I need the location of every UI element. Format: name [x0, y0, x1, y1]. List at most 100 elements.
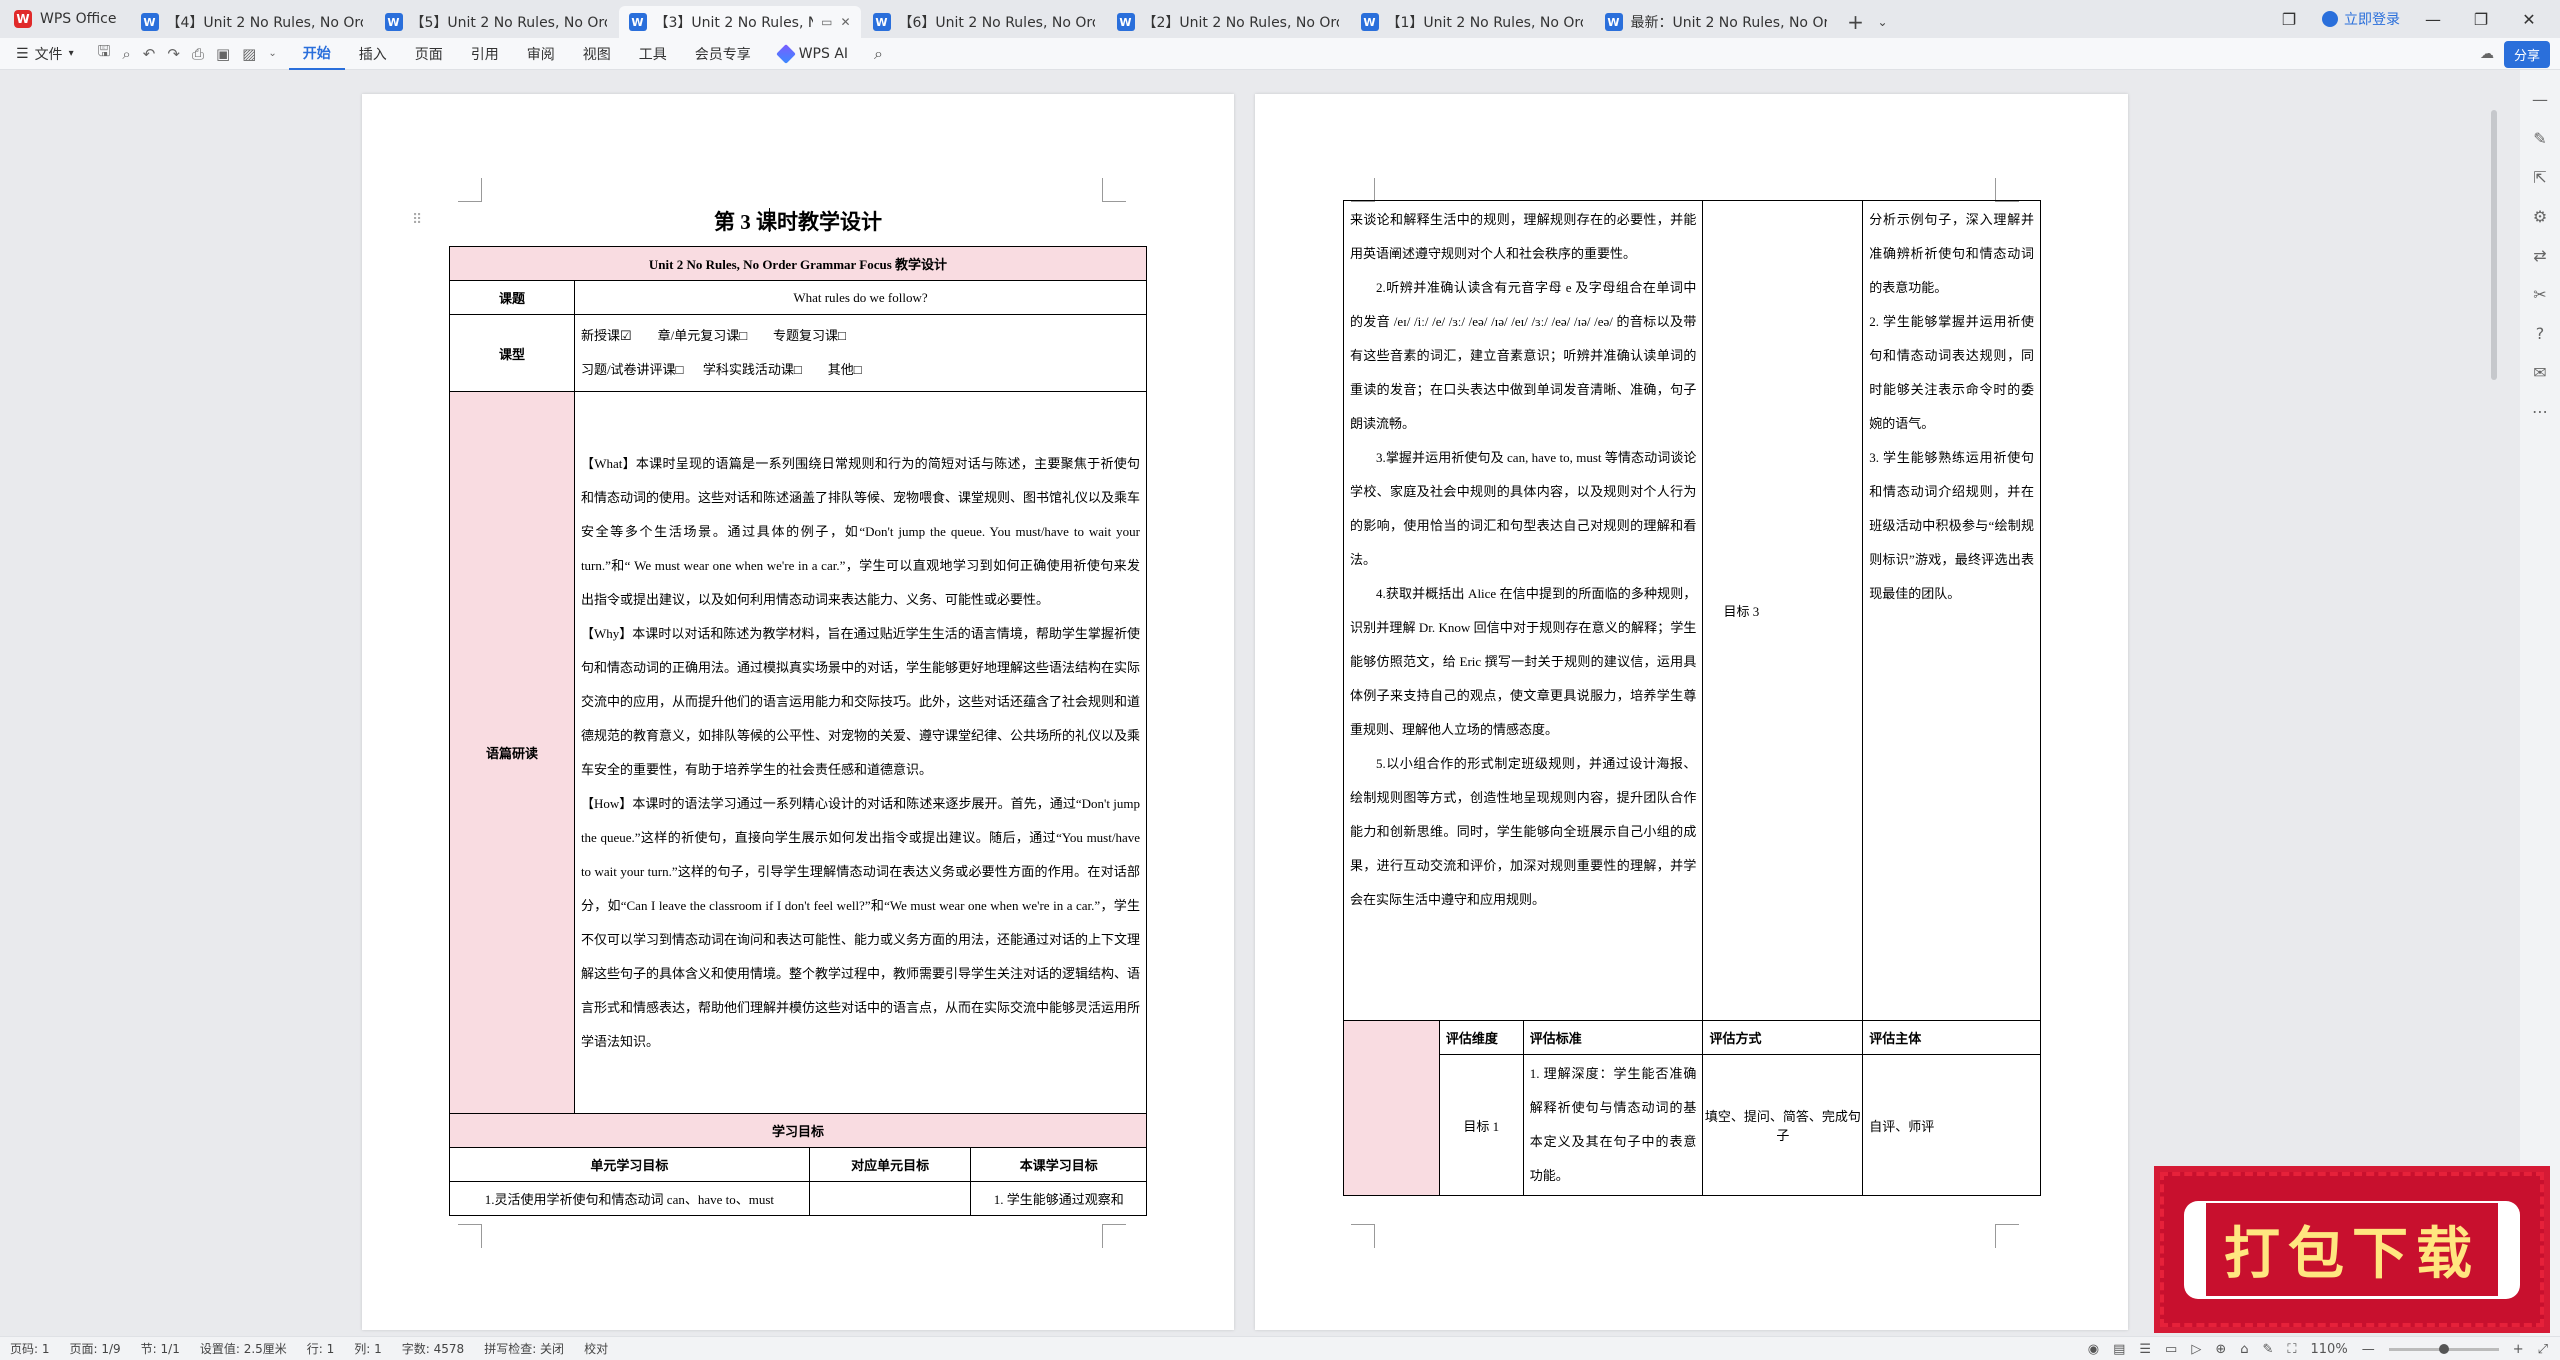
- word-doc-icon: W: [1604, 13, 1623, 31]
- margin-corner-mark: [1995, 1224, 2019, 1248]
- chevron-down-icon: ▾: [68, 48, 74, 59]
- banner-inner: 打包下载: [2184, 1200, 2520, 1299]
- lesson-goals-cell: 分析示例句子，深入理解并准确辨析祈使句和情态动词的表意功能。 2. 学生能够掌握…: [1862, 200, 2041, 1021]
- wps-ai-button[interactable]: WPS AI: [765, 43, 862, 64]
- settings-icon[interactable]: ⚙: [2533, 207, 2547, 226]
- document-tab[interactable]: W 【5】Unit 2 No Rules, No Order新: [375, 6, 617, 38]
- topic-label: 课题: [449, 280, 575, 315]
- eval-side-cell: [1343, 1020, 1440, 1196]
- feedback-icon[interactable]: ✉: [2533, 363, 2546, 382]
- zoom-slider[interactable]: [2388, 1343, 2499, 1354]
- word-doc-icon: W: [1360, 13, 1379, 31]
- scrollbar-thumb[interactable]: [2491, 110, 2497, 380]
- maximize-button[interactable]: ❐: [2466, 10, 2496, 29]
- layout-icon[interactable]: ❐: [2274, 10, 2304, 29]
- eye-protection-icon[interactable]: ◉: [2088, 1342, 2099, 1357]
- ribbon-tab[interactable]: 开始: [288, 38, 345, 70]
- status-proofread[interactable]: 校对: [574, 1340, 618, 1357]
- ribbon-tab[interactable]: 审阅: [513, 38, 569, 70]
- undo-icon[interactable]: ↶: [143, 45, 156, 63]
- margin-corner-mark: [458, 1224, 482, 1248]
- pdf-icon[interactable]: ▣: [216, 45, 230, 63]
- download-pack-banner[interactable]: 打包下载: [2160, 1172, 2544, 1327]
- file-menu-label: 文件: [34, 46, 63, 63]
- right-tool-sidebar: — ✎ ⇱ ⚙ ⇄ ✂ ? ✉ ⋯: [2520, 70, 2560, 1336]
- eval-row1-dimension: 目标 1: [1438, 1054, 1524, 1196]
- status-word-count[interactable]: 字数: 4578: [392, 1340, 474, 1357]
- document-tab[interactable]: W 【6】Unit 2 No Rules, No Order新: [863, 6, 1105, 38]
- ribbon-tab[interactable]: 页面: [401, 38, 457, 70]
- unit-goals-cell: 来谈论和解释生活中的规则，理解规则存在的必要性，并能用英语阐述遵守规则对个人和社…: [1342, 200, 1704, 1021]
- document-tab[interactable]: W 【2】Unit 2 No Rules, No Order新: [1107, 6, 1349, 38]
- tools-icon[interactable]: ✂: [2533, 285, 2546, 304]
- ribbon-tab[interactable]: 工具: [625, 38, 681, 70]
- zoom-level[interactable]: 110%: [2311, 1342, 2348, 1357]
- pen-icon[interactable]: ✎: [2533, 129, 2546, 148]
- zoom-out-button[interactable]: —: [2362, 1342, 2375, 1357]
- lesson-header-cell: Unit 2 No Rules, No Order Grammar Focus …: [449, 246, 1147, 281]
- search-icon[interactable]: ⌕: [862, 44, 895, 64]
- play-icon[interactable]: ▷: [2191, 1342, 2201, 1357]
- image-icon[interactable]: ▨: [242, 45, 256, 63]
- reading-view-icon[interactable]: ▭: [2165, 1342, 2177, 1357]
- zoom-in-button[interactable]: +: [2513, 1342, 2524, 1357]
- unit-goal-5: 5.以小组合作的形式制定班级规则，并通过设计海报、绘制规则图等方式，创造性地呈现…: [1350, 756, 1697, 907]
- login-button[interactable]: 立即登录: [2322, 9, 2400, 29]
- app-home-tab[interactable]: W WPS Office: [0, 0, 131, 38]
- redo-icon[interactable]: ↷: [167, 45, 180, 63]
- translate-icon[interactable]: ⇄: [2533, 246, 2546, 265]
- unit-goal-2: 2.听辨并准确认读含有元音字母 e 及字母组合在单词中的发音 /eɪ/ /iː/…: [1350, 280, 1697, 431]
- share-button[interactable]: 分享: [2503, 40, 2550, 68]
- ribbon-right: ☁ 分享: [2480, 38, 2550, 70]
- app-name: WPS Office: [40, 11, 117, 27]
- ribbon-tab[interactable]: 视图: [569, 38, 625, 70]
- ribbon-tab[interactable]: 引用: [457, 38, 513, 70]
- status-section: 节: 1/1: [140, 1342, 180, 1356]
- cloud-sync-icon[interactable]: ☁: [2480, 46, 2494, 62]
- analysis-label: 语篇研读: [449, 391, 575, 1114]
- tab-list-chevron-icon[interactable]: ⌄: [1873, 6, 1893, 38]
- document-tab[interactable]: W 【1】Unit 2 No Rules, No Order新: [1351, 6, 1593, 38]
- status-pages[interactable]: 页面: 1/9: [60, 1340, 131, 1357]
- page-view-icon[interactable]: ▤: [2113, 1342, 2125, 1357]
- document-tab[interactable]: W 【4】Unit 2 No Rules, No Order新: [131, 6, 373, 38]
- ribbon-tab[interactable]: 插入: [345, 38, 401, 70]
- more-icon[interactable]: ⋯: [2532, 402, 2548, 421]
- close-button[interactable]: ✕: [2514, 10, 2544, 29]
- vertical-scrollbar[interactable]: [2488, 70, 2500, 1336]
- margin-corner-mark: [458, 178, 482, 202]
- collapse-icon[interactable]: —: [2532, 90, 2548, 109]
- document-tab[interactable]: W 最新：Unit 2 No Rules, No Order: [1595, 6, 1837, 38]
- status-right-controls: ◉ ▤ ☰ ▭ ▷ ⊕ ⌂ ✎ ⛶ 110% — + ⤢: [2088, 1337, 2548, 1360]
- edit-icon[interactable]: ✎: [2263, 1342, 2274, 1357]
- file-menu-button[interactable]: ☰ 文件 ▾: [0, 44, 86, 64]
- eval-row1-method: 填空、提问、简答、完成句子: [1702, 1054, 1864, 1196]
- document-tab-label: 【5】Unit 2 No Rules, No Order新: [410, 15, 607, 31]
- new-tab-button[interactable]: +: [1839, 6, 1873, 38]
- print-icon[interactable]: ⎙: [192, 45, 204, 63]
- lock-icon[interactable]: ⌂: [2240, 1342, 2248, 1357]
- format-painter-icon[interactable]: ⌕: [122, 45, 130, 63]
- outline-view-icon[interactable]: ☰: [2139, 1342, 2151, 1357]
- fullscreen-icon[interactable]: ⤢: [2538, 1342, 2548, 1357]
- help-icon[interactable]: ?: [2536, 324, 2545, 343]
- document-page-1[interactable]: ⠿ 第 3 课时教学设计 Unit 2 No Rules, No Order G…: [362, 94, 1234, 1330]
- select-icon[interactable]: ⇱: [2533, 168, 2546, 187]
- more-chevron-icon[interactable]: ⌄: [268, 48, 276, 59]
- document-page-2[interactable]: 来谈论和解释生活中的规则，理解规则存在的必要性，并能用英语阐述遵守规则对个人和社…: [1255, 94, 2128, 1330]
- document-tab[interactable]: W 【3】Unit 2 No Rules, No O ▭ ✕: [618, 6, 861, 38]
- save-icon[interactable]: 🖫: [98, 41, 111, 66]
- ribbon-tab[interactable]: 会员专享: [681, 38, 765, 70]
- eval-header-subject: 评估主体: [1862, 1020, 2041, 1055]
- web-view-icon[interactable]: ⊕: [2215, 1342, 2226, 1357]
- unit-goal-1-cont: 来谈论和解释生活中的规则，理解规则存在的必要性，并能用英语阐述遵守规则对个人和社…: [1350, 212, 1697, 261]
- status-spell-check[interactable]: 拼写检查: 关闭: [474, 1340, 574, 1357]
- tab-window-icon[interactable]: ▭: [821, 15, 832, 29]
- goals-header: 学习目标: [449, 1113, 1147, 1148]
- word-doc-icon: W: [140, 13, 159, 31]
- tab-close-icon[interactable]: ✕: [840, 15, 850, 29]
- fit-icon[interactable]: ⛶: [2287, 1342, 2296, 1357]
- word-doc-icon: W: [1116, 13, 1135, 31]
- minimize-button[interactable]: —: [2418, 10, 2448, 29]
- zoom-slider-knob[interactable]: [2438, 1343, 2449, 1354]
